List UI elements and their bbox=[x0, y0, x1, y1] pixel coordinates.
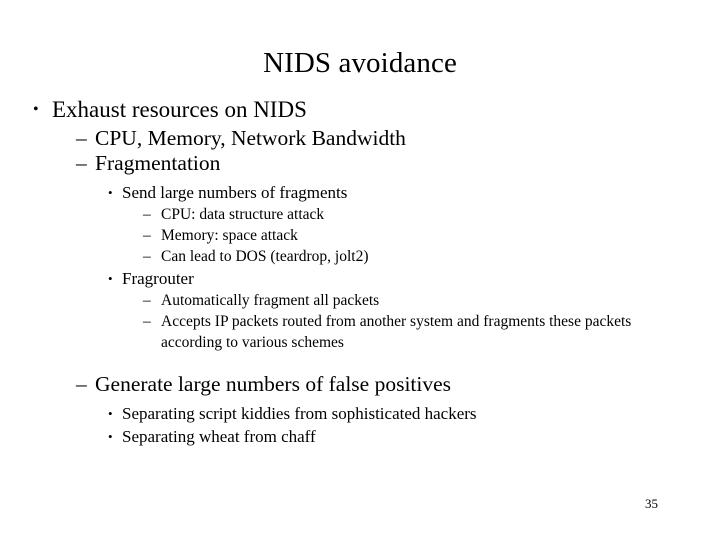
outline-item-text: Fragmentation bbox=[95, 151, 221, 175]
outline-item-text: Generate large numbers of false positive… bbox=[95, 372, 452, 396]
bullet-dash-icon: – bbox=[143, 313, 151, 330]
bullet-dot-icon: • bbox=[108, 406, 113, 421]
outline-item-level-2: – Generate large numbers of false positiv… bbox=[0, 372, 720, 397]
outline-item-level-4: – Can lead to DOS (teardrop, jolt2) bbox=[0, 246, 720, 267]
outline-item-level-2: – CPU, Memory, Network Bandwidth bbox=[0, 126, 720, 151]
outline-item-text: Can lead to DOS (teardrop, jolt2) bbox=[161, 248, 369, 265]
outline-item-text: Automatically fragment all packets bbox=[161, 292, 380, 309]
slide-body-outline: • Exhaust resources on NIDS – CPU, Memory, … bbox=[0, 96, 720, 448]
bullet-dot-icon: • bbox=[108, 185, 113, 200]
bullet-dash-icon: – bbox=[76, 372, 87, 396]
bullet-dash-icon: – bbox=[76, 126, 87, 150]
outline-item-text: Separating wheat from chaff bbox=[122, 427, 316, 446]
bullet-dash-icon: – bbox=[76, 151, 87, 175]
outline-item-text: Exhaust resources on NIDS bbox=[52, 97, 307, 122]
outline-item-level-3: • Separating wheat from chaff bbox=[0, 425, 720, 448]
outline-item-level-4: – Accepts IP packets routed from another … bbox=[0, 311, 720, 353]
outline-spacer bbox=[0, 353, 720, 372]
outline-item-text: Memory: space attack bbox=[161, 227, 298, 244]
bullet-dash-icon: – bbox=[143, 248, 151, 265]
outline-item-text: Send large numbers of fragments bbox=[122, 183, 348, 202]
outline-item-text: Separating script kiddies from sophistic… bbox=[122, 404, 477, 423]
outline-item-text: CPU, Memory, Network Bandwidth bbox=[95, 126, 406, 150]
slide-canvas: NIDS avoidance • Exhaust resources on NID… bbox=[0, 0, 720, 540]
outline-item-level-3: • Separating script kiddies from sophisti… bbox=[0, 402, 720, 425]
outline-item-level-3: • Fragrouter bbox=[0, 267, 720, 290]
bullet-dash-icon: – bbox=[143, 227, 151, 244]
bullet-dot-icon: • bbox=[108, 429, 113, 444]
outline-item-level-4: – Automatically fragment all packets bbox=[0, 290, 720, 311]
bullet-dot-icon: • bbox=[108, 271, 113, 286]
bullet-dash-icon: – bbox=[143, 206, 151, 223]
outline-item-level-2: – Fragmentation bbox=[0, 151, 720, 176]
outline-item-text: Accepts IP packets routed from another s… bbox=[161, 313, 632, 351]
bullet-dash-icon: – bbox=[143, 292, 151, 309]
outline-item-text: Fragrouter bbox=[122, 269, 194, 288]
outline-item-level-4: – Memory: space attack bbox=[0, 225, 720, 246]
page-title: NIDS avoidance bbox=[263, 47, 457, 80]
bullet-dot-icon: • bbox=[33, 101, 39, 118]
outline-item-text: CPU: data structure attack bbox=[161, 206, 325, 223]
outline-item-level-1: • Exhaust resources on NIDS bbox=[0, 96, 720, 124]
outline-item-level-3: • Send large numbers of fragments bbox=[0, 181, 720, 204]
outline-item-level-4: – CPU: data structure attack bbox=[0, 204, 720, 225]
page-number: 35 bbox=[645, 496, 658, 511]
